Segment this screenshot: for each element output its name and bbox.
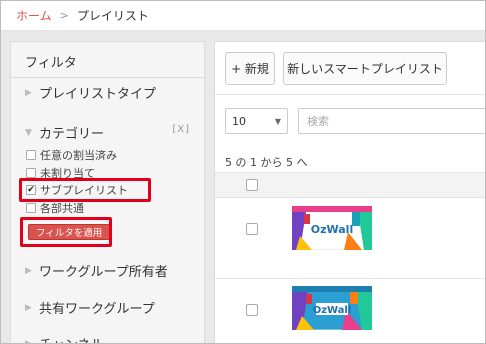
highlight-sub-playlist	[19, 178, 151, 202]
new-smart-playlist-button[interactable]: 新しいスマートプレイリスト	[283, 52, 447, 85]
app-window: ホーム > プレイリスト フィルタ ▶ プレイリストタイプ ▼ カテゴリー [X…	[0, 0, 486, 344]
breadcrumb-separator: >	[59, 9, 69, 22]
filter-title: フィルタ	[25, 56, 77, 71]
category-option-assigned[interactable]: 任意の割当済み	[26, 148, 117, 162]
search-input[interactable]: 検索	[298, 108, 485, 134]
toolbar-divider	[215, 94, 485, 95]
breadcrumb: ホーム > プレイリスト	[1, 1, 485, 31]
category-option-common[interactable]: 各部共通	[26, 201, 84, 215]
section-category[interactable]: ▼ カテゴリー	[25, 123, 104, 142]
playlist-thumbnail[interactable]: OzWall	[292, 286, 372, 330]
section-shared-workgroup[interactable]: ▶ 共有ワークグループ	[25, 298, 155, 317]
breadcrumb-current: プレイリスト	[76, 9, 149, 23]
page-size-select[interactable]: 10 ▼	[225, 108, 288, 134]
thumbnail-logo: OzWall	[313, 305, 352, 316]
section-label: チャンネル	[39, 334, 104, 343]
checkbox[interactable]	[26, 203, 36, 213]
page-size-value: 10	[232, 114, 246, 128]
new-button[interactable]: + 新規	[225, 52, 275, 85]
section-channel[interactable]: ▶ チャンネル	[25, 334, 104, 344]
section-label: ワークグループ所有者	[39, 265, 168, 280]
section-label: 共有ワークグループ	[39, 302, 155, 317]
triangle-right-icon: ▶	[25, 338, 32, 344]
select-all-checkbox[interactable]	[246, 179, 258, 191]
checkbox[interactable]	[26, 168, 36, 178]
result-count: 5 の 1 から 5 へ	[225, 156, 308, 169]
chevron-down-icon: ▼	[274, 117, 281, 126]
triangle-down-icon: ▼	[25, 127, 32, 138]
category-option-label: 各部共通	[40, 202, 84, 215]
checkbox[interactable]	[26, 150, 36, 160]
section-playlist-type[interactable]: ▶ プレイリストタイプ	[25, 83, 156, 102]
row-checkbox[interactable]	[246, 223, 258, 235]
filter-divider	[11, 77, 206, 78]
list-header	[215, 172, 485, 198]
clear-category-button[interactable]: [X]	[172, 124, 190, 135]
breadcrumb-home-link[interactable]: ホーム	[16, 7, 52, 24]
filter-sidebar: フィルタ ▶ プレイリストタイプ ▼ カテゴリー [X] 任意の割当済み 未割り…	[10, 41, 206, 344]
section-workgroup-owner[interactable]: ▶ ワークグループ所有者	[25, 261, 168, 280]
section-label: カテゴリー	[39, 127, 105, 142]
triangle-right-icon: ▶	[25, 87, 32, 98]
thumbnail-logo: OzWall	[311, 223, 353, 236]
triangle-right-icon: ▶	[25, 265, 32, 276]
category-option-label: 任意の割当済み	[40, 149, 117, 162]
triangle-right-icon: ▶	[25, 302, 32, 313]
playlist-panel: + 新規 新しいスマートプレイリスト 10 ▼ 検索 5 の 1 から 5 へ …	[214, 41, 485, 343]
highlight-apply-button	[20, 217, 112, 247]
playlist-thumbnail[interactable]: OzWall	[292, 206, 372, 250]
row-checkbox[interactable]	[246, 304, 258, 316]
section-label: プレイリストタイプ	[39, 87, 157, 102]
row-divider	[215, 278, 485, 279]
